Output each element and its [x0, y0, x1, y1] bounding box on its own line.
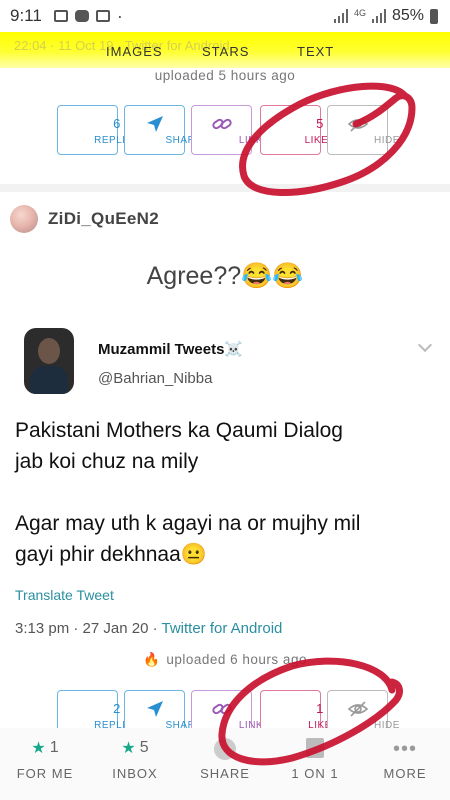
tweet-text-line: Pakistani Mothers ka Qaumi Dialog	[15, 419, 343, 442]
battery-icon	[430, 8, 438, 24]
nav-label: INBOX	[112, 766, 158, 781]
eye-slash-icon	[328, 114, 387, 134]
tweet-time: 3:13 pm · 27 Jan 20 ·	[15, 620, 162, 637]
star-icon: ★	[31, 740, 46, 757]
signal-icon	[333, 9, 348, 23]
tweet-text-line: Agar may uth k agayi na or mujhy mil	[15, 512, 361, 535]
tweet-meta: 3:13 pm · 27 Jan 20 · Twitter for Androi…	[15, 620, 282, 637]
youtube-notification-icon	[74, 10, 89, 22]
nav-count: 1	[49, 739, 59, 756]
nav-label: 1 ON 1	[291, 766, 339, 781]
tweet-display-name: Muzammil Tweets☠️	[98, 341, 244, 358]
post1-uploaded-time: uploaded 5 hours ago	[154, 68, 296, 83]
post-separator	[0, 184, 450, 192]
tab-text[interactable]: TEXT	[297, 44, 334, 59]
username[interactable]: ZiDi_QuEeN2	[48, 209, 159, 229]
translate-tweet-link[interactable]: Translate Tweet	[15, 587, 114, 603]
hide-label: HIDE	[374, 135, 400, 146]
post1-share-button[interactable]: SHARE	[124, 105, 202, 155]
status-time: 9:11	[10, 6, 42, 25]
post2-user-row[interactable]: ZiDi_QuEeN2	[10, 205, 159, 233]
post2-uploaded-row: 🔥 uploaded 6 hours ago	[0, 652, 450, 668]
post1-likes-button[interactable]: 5 LIKES	[260, 105, 335, 155]
send-icon	[125, 699, 184, 719]
nav-for-me[interactable]: ★ 1 FOR ME	[0, 728, 90, 800]
status-right: 4G 85%	[333, 0, 438, 32]
tweet-text-line: jab koi chuz na mily	[15, 450, 199, 473]
send-icon	[125, 114, 184, 134]
nav-1-on-1[interactable]: 1 ON 1	[270, 728, 360, 800]
nav-count: 5	[139, 739, 149, 756]
gallery-notification-icon	[53, 10, 68, 22]
post-caption: Agree??😂😂	[146, 262, 304, 290]
tab-stars[interactable]: STARS	[202, 44, 249, 59]
post1-hide-button[interactable]: HIDE	[327, 105, 399, 155]
status-bar: 9:11 · 4G 85%	[0, 0, 450, 32]
bottom-nav: ★ 1 FOR ME ★ 5 INBOX SHARE 1 ON 1 ••• MORE	[0, 728, 450, 800]
avatar[interactable]	[10, 205, 38, 233]
eye-slash-icon	[328, 699, 387, 719]
network-type: 4G	[353, 8, 366, 18]
tweet-handle: @Bahrian_Nibba	[98, 370, 213, 387]
link-icon	[192, 699, 251, 719]
nav-label: SHARE	[200, 766, 250, 781]
signal-icon-2	[371, 9, 386, 23]
nav-share[interactable]: SHARE	[180, 728, 270, 800]
more-notifications-dot: ·	[116, 5, 123, 26]
tweet-source[interactable]: Twitter for Android	[161, 620, 282, 637]
share-circle-icon	[214, 738, 236, 760]
post2-uploaded-time: uploaded 6 hours ago	[166, 652, 307, 667]
tweet-text-line: gayi phir dekhnaa😐	[15, 543, 207, 566]
document-icon	[306, 738, 324, 758]
post1-replies-button[interactable]: 6 REPLIES	[57, 105, 139, 155]
chevron-down-icon[interactable]	[417, 337, 433, 353]
battery-percent: 85%	[391, 7, 424, 24]
fire-icon: 🔥	[143, 652, 161, 667]
tab-images[interactable]: IMAGES	[106, 44, 163, 59]
tweet-avatar[interactable]	[24, 328, 74, 394]
nav-label: MORE	[383, 766, 427, 781]
notification-icons: ·	[53, 5, 123, 27]
link-icon	[192, 114, 251, 134]
checkbox-notification-icon	[95, 10, 110, 22]
star-icon: ★	[121, 740, 136, 757]
top-tab-bar: 22:04 · 11 Oct 19 · Twitter for Android …	[0, 32, 450, 68]
nav-label: FOR ME	[16, 766, 74, 781]
nav-inbox[interactable]: ★ 5 INBOX	[90, 728, 180, 800]
more-dots-icon: •••	[392, 738, 417, 760]
nav-more[interactable]: ••• MORE	[360, 728, 450, 800]
post1-link-button[interactable]: LINK	[191, 105, 263, 155]
